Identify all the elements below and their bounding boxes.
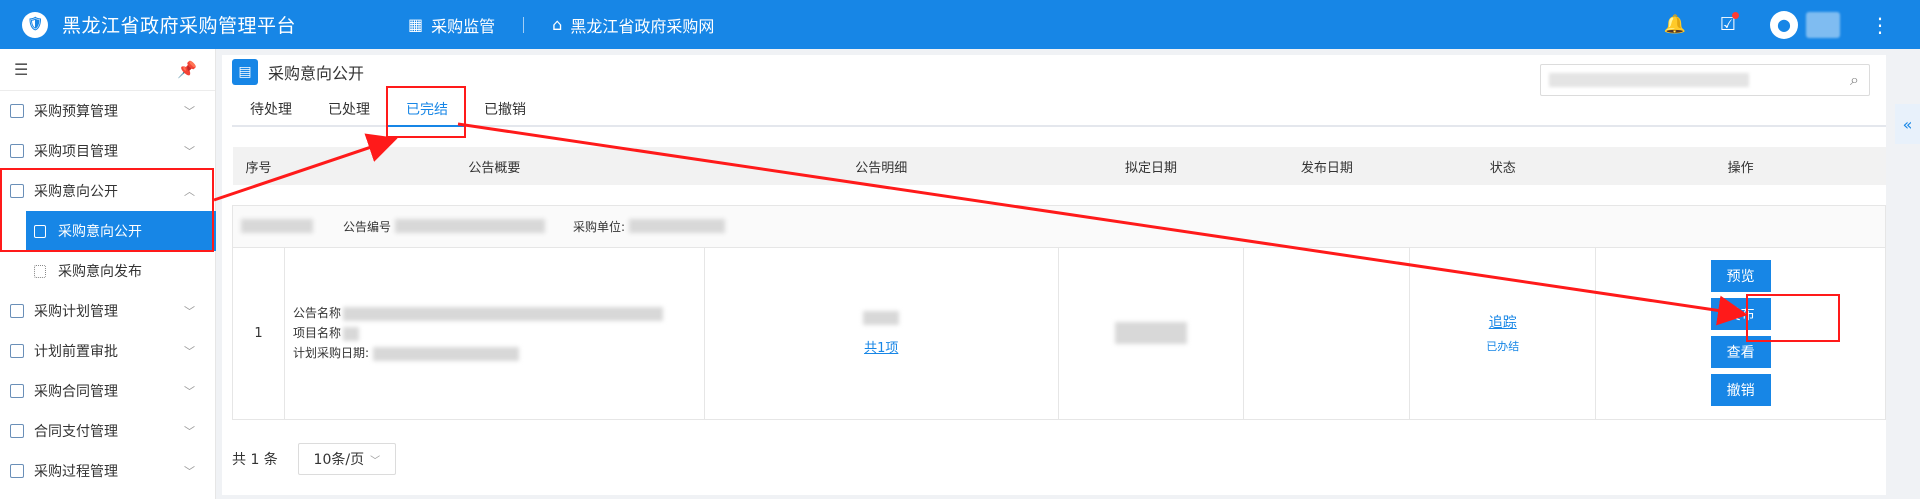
annotation-arrows [213,122,1748,326]
arrow-tab-to-publish [457,122,1748,326]
arrow-sidebar-to-tab [213,133,398,202]
